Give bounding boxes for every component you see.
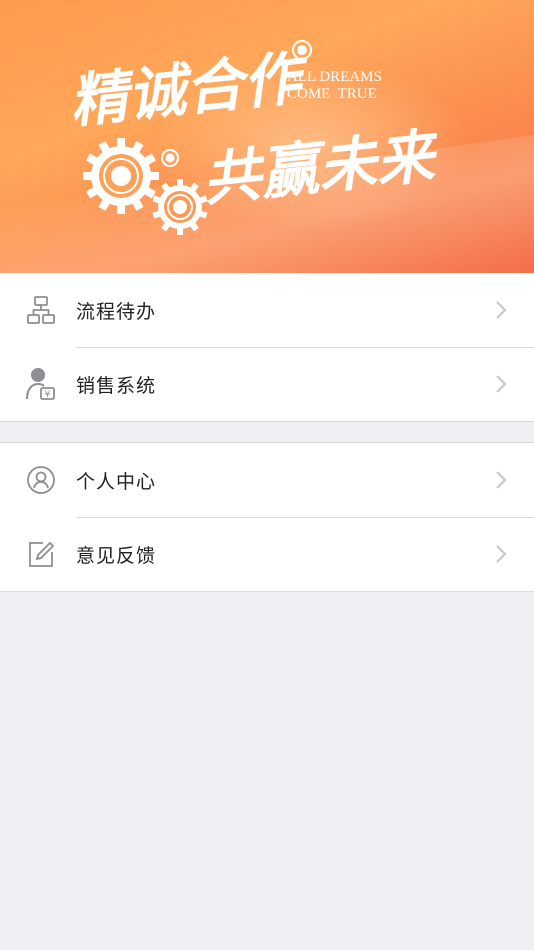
slogan-cn-line2: 共赢未来: [199, 121, 443, 214]
menu-item-label: 销售系统: [76, 374, 157, 397]
slogan-cn-line1: 精诚合作: [66, 43, 313, 136]
workflow-icon: [24, 293, 58, 327]
menu-item-feedback[interactable]: 意见反馈: [0, 517, 534, 591]
menu-item-workflow-todo[interactable]: 流程待办: [0, 273, 534, 347]
menu-group-work: 流程待办 ¥ 销售系统: [0, 273, 534, 422]
slogan-en-line1: ALL DREAMS: [287, 69, 382, 85]
menu-item-sales-system[interactable]: ¥ 销售系统: [0, 347, 534, 421]
sales-person-icon: ¥: [24, 367, 58, 401]
gear-small-icon: [152, 179, 208, 235]
user-circle-icon: [24, 463, 58, 497]
slogan-en-line2: COME TRUE: [287, 86, 377, 102]
chevron-right-icon: [494, 300, 508, 320]
chevron-right-icon: [494, 374, 508, 394]
edit-feedback-icon: [24, 537, 58, 571]
gear-large-icon: [83, 138, 159, 214]
menu-item-personal-center[interactable]: 个人中心: [0, 443, 534, 517]
menu-item-label: 流程待办: [76, 300, 157, 323]
menu-item-label: 个人中心: [76, 470, 157, 493]
banner-artwork: 精诚合作 共赢未来 ALL DREAMS COME TRUE: [66, 40, 443, 235]
menu-group-personal: 个人中心 意见反馈: [0, 442, 534, 592]
menu-item-label: 意见反馈: [76, 544, 157, 567]
svg-text:¥: ¥: [45, 390, 51, 400]
chevron-right-icon: [494, 544, 508, 564]
banner: 精诚合作 共赢未来 ALL DREAMS COME TRUE: [0, 0, 534, 273]
chevron-right-icon: [494, 470, 508, 490]
